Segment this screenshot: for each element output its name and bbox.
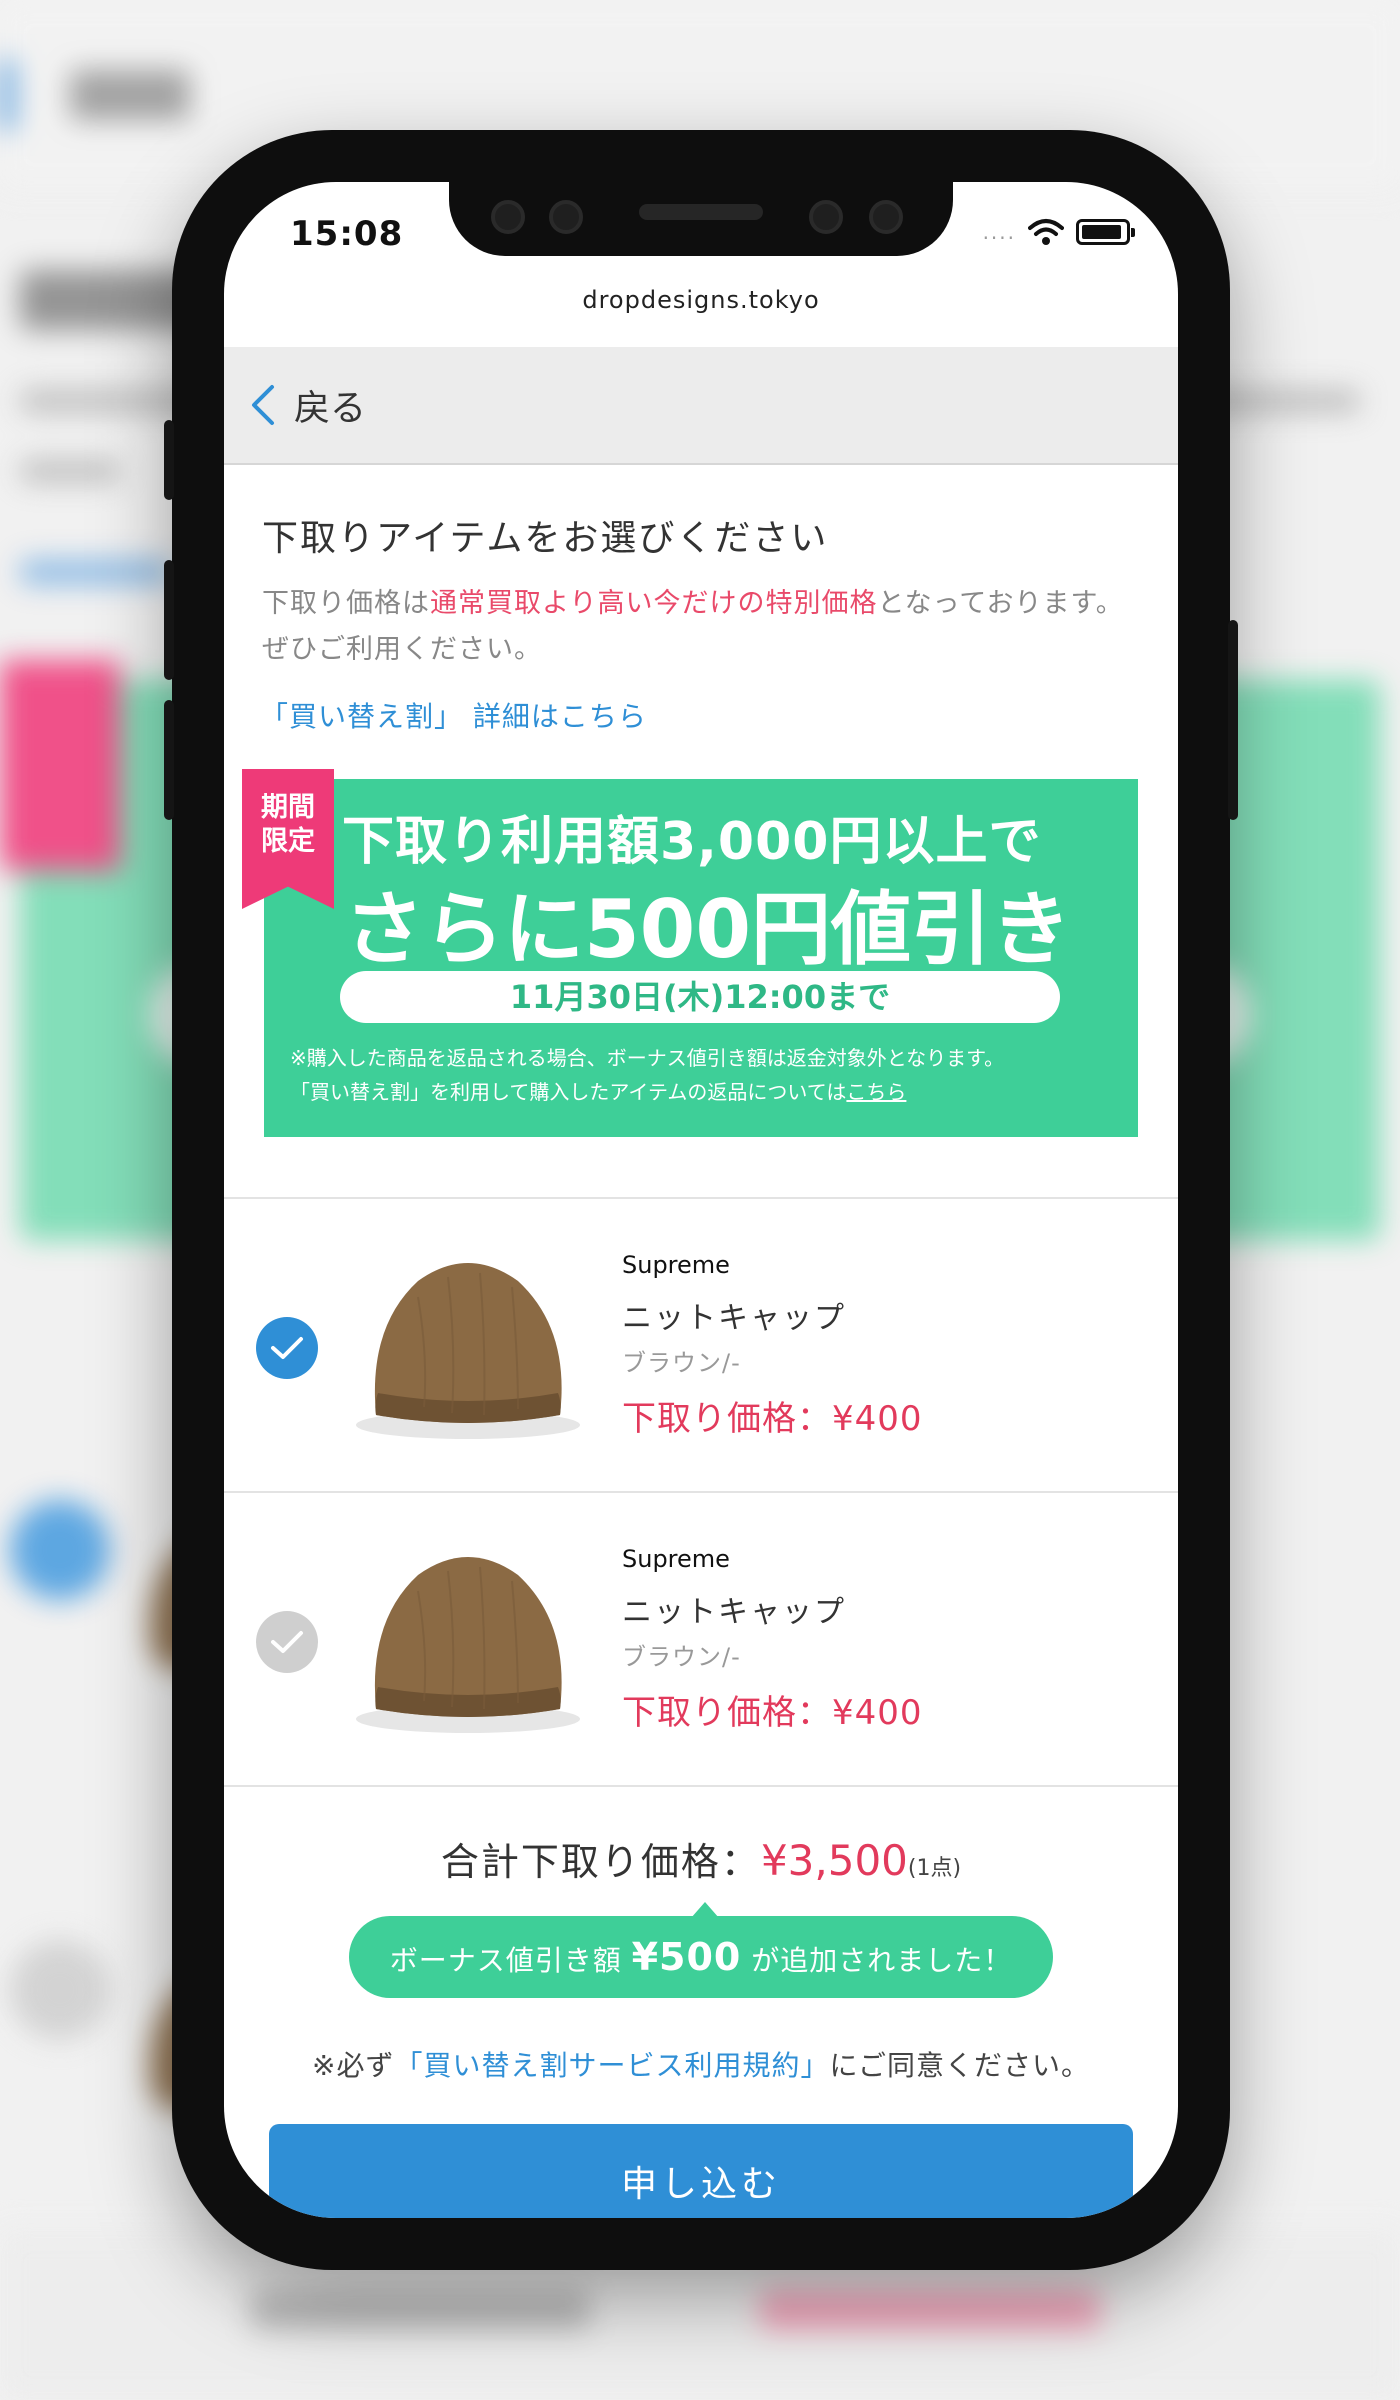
checkbox-unchecked[interactable] — [256, 1611, 318, 1673]
page-title: 下取りアイテムをお選びください — [262, 518, 829, 559]
total-label: 合計下取り価格： — [440, 1840, 761, 1884]
check-icon — [271, 1631, 303, 1653]
phone-frame: 15:08 .... dropdesigns.tokyo 戻る 下取りアイテムを… — [164, 130, 1238, 2270]
bonus-text: ボーナス値引き額 — [389, 1944, 632, 1977]
trade-in-list: Supreme ニットキャップ ブラウン/- 下取り価格：¥400 Suprem… — [224, 1197, 1178, 1787]
sensor-icon — [809, 200, 843, 234]
chevron-left-icon — [252, 385, 274, 425]
terms-text: にご同意ください。 — [829, 2049, 1090, 2082]
item-name: ニットキャップ — [622, 1301, 846, 1336]
camera-icon — [491, 200, 525, 234]
item-image — [356, 1263, 580, 1439]
status-icons: .... — [982, 218, 1135, 246]
checkbox-checked[interactable] — [256, 1317, 318, 1379]
submit-button[interactable]: 申し込む — [269, 2124, 1133, 2218]
detail-link[interactable]: 「買い替え割」 詳細はこちら — [260, 695, 1178, 735]
terms-link[interactable]: 「買い替え割サービス利用規約」 — [395, 2049, 830, 2082]
promo-discount: さらに500円値引き — [344, 883, 1071, 976]
desc-text: 下取り価格は — [262, 588, 430, 619]
promo-note-line: ※購入した商品を返品される場合、ボーナス値引き額は返金対象外となります。 — [290, 1046, 1005, 1070]
status-time: 15:08 — [290, 214, 404, 254]
bg-text-line — [20, 460, 120, 482]
promo-note-line: 「買い替え割」を利用して購入したアイテムの返品についてはこちら — [290, 1075, 1130, 1109]
intro-description: 下取り価格は通常買取より高い今だけの特別価格となっております。ぜひご利用ください… — [262, 581, 1126, 673]
phone-side-button — [164, 700, 174, 820]
list-item[interactable]: Supreme ニットキャップ ブラウン/- 下取り価格：¥400 — [224, 1493, 1178, 1787]
total-value: ¥3,500 — [760, 1836, 908, 1885]
promo-note-text: 「買い替え割」を利用して購入したアイテムの返品については — [290, 1080, 847, 1104]
returns-link[interactable]: こちら — [846, 1080, 906, 1104]
back-label: 戻る — [294, 388, 367, 429]
bg-link — [20, 560, 170, 584]
ribbon-text: 期間 — [261, 792, 315, 823]
item-price: 下取り価格：¥400 — [622, 1399, 923, 1439]
battery-icon — [1076, 219, 1135, 245]
item-brand: Supreme — [622, 1251, 730, 1279]
promo-note: ※購入した商品を返品される場合、ボーナス値引き額は返金対象外となります。 「買い… — [290, 1041, 1130, 1109]
bg-ribbon — [0, 660, 120, 870]
terms-text: ※必ず — [312, 2049, 395, 2082]
limited-ribbon: 期間 限定 — [242, 769, 334, 909]
item-color: ブラウン/- — [622, 1349, 741, 1377]
back-button[interactable]: 戻る — [250, 379, 366, 431]
item-name: ニットキャップ — [622, 1595, 846, 1630]
wifi-icon — [1028, 219, 1064, 245]
speaker-icon — [639, 204, 763, 220]
check-icon — [271, 1337, 303, 1359]
bonus-amount: ¥500 — [631, 1935, 742, 1979]
ribbon-text: 限定 — [261, 826, 315, 857]
item-brand: Supreme — [622, 1545, 730, 1573]
desc-highlight: 通常買取より高い今だけの特別価格 — [430, 588, 878, 619]
total-count: (1点) — [907, 1856, 962, 1881]
phone-side-button — [164, 560, 174, 680]
phone-side-button — [164, 420, 174, 500]
camera-icon — [869, 200, 903, 234]
bg-check — [10, 1940, 110, 2040]
sensor-icon — [549, 200, 583, 234]
phone-side-button — [1228, 620, 1238, 820]
terms-notice: ※必ず「買い替え割サービス利用規約」にご同意ください。 — [224, 2044, 1178, 2084]
bonus-bubble: ボーナス値引き額 ¥500 が追加されました！ — [349, 1902, 1053, 1998]
bonus-text: が追加されました！ — [741, 1944, 1013, 1977]
url-bar[interactable]: dropdesigns.tokyo — [224, 286, 1178, 314]
list-item[interactable]: Supreme ニットキャップ ブラウン/- 下取り価格：¥400 — [224, 1199, 1178, 1493]
bg-check — [10, 1500, 110, 1600]
promo-banner: 期間 限定 下取り利用額3,000円以上で さらに500円値引き 11月30日(… — [242, 769, 1138, 1137]
phone-screen: 15:08 .... dropdesigns.tokyo 戻る 下取りアイテムを… — [224, 182, 1178, 2218]
nav-bar: 戻る — [224, 347, 1178, 465]
promo-headline: 下取り利用額3,000円以上で — [342, 812, 1042, 872]
item-price: 下取り価格：¥400 — [622, 1693, 923, 1733]
signal-icon: .... — [982, 220, 1016, 244]
item-color: ブラウン/- — [622, 1643, 741, 1671]
promo-deadline: 11月30日(木)12:00まで — [340, 971, 1060, 1023]
notch — [449, 182, 953, 256]
main-content: 下取りアイテムをお選びください 下取り価格は通常買取より高い今だけの特別価格とな… — [224, 465, 1178, 2218]
total-row: 合計下取り価格：¥3,500(1点) — [224, 1831, 1178, 1886]
item-image — [356, 1557, 580, 1733]
